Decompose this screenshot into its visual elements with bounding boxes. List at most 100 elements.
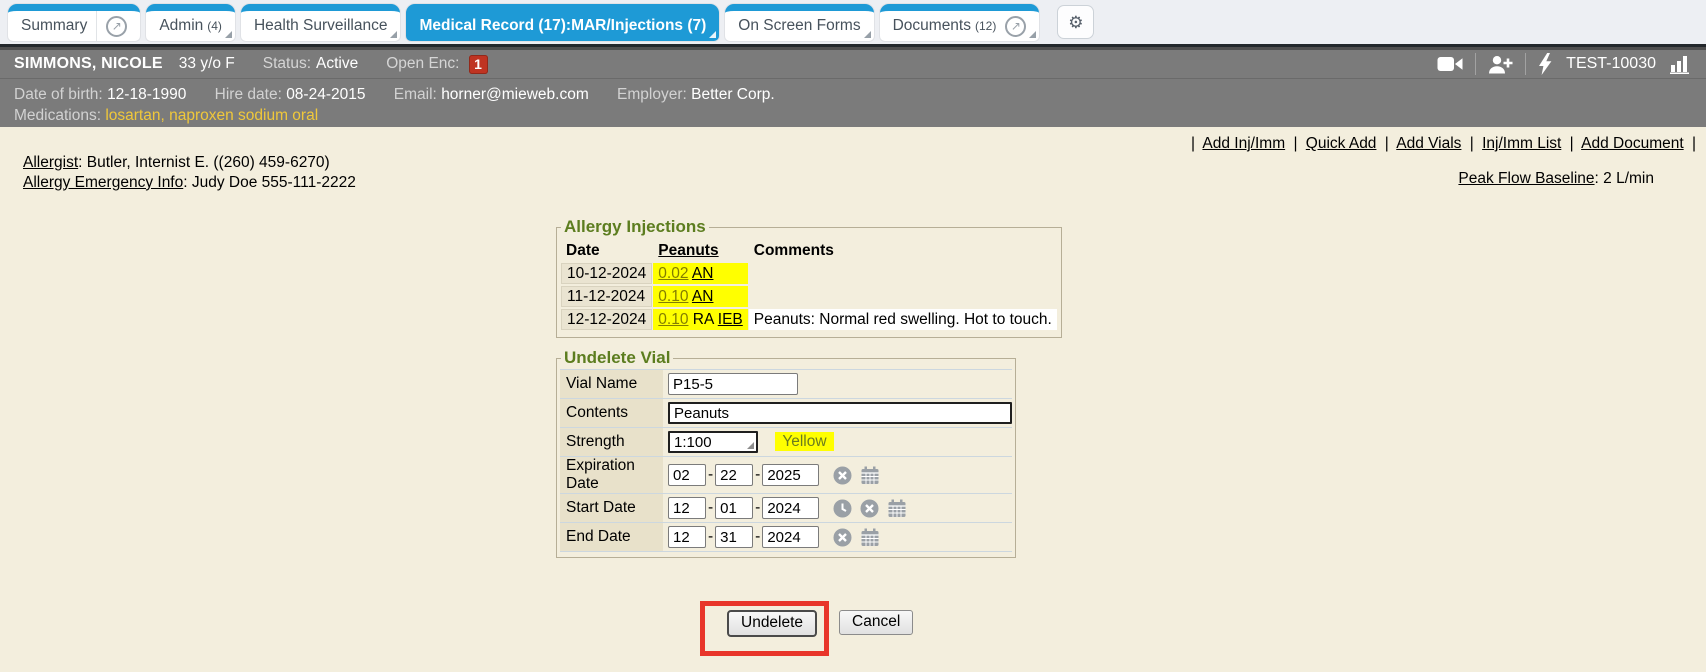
tab-label: Summary: [21, 17, 87, 35]
allergist-line: Allergist: Butler, Internist E. ((260) 4…: [23, 153, 356, 173]
tab-count: (4): [207, 19, 222, 33]
calendar-icon[interactable]: [860, 528, 880, 547]
vial-name-input[interactable]: [668, 373, 798, 395]
tab-admin[interactable]: Admin (4): [146, 4, 235, 41]
chart-icon[interactable]: [1670, 54, 1692, 74]
allergy-emergency-link[interactable]: Allergy Emergency Info: [23, 174, 183, 191]
peak-flow-baseline: Peak Flow Baseline: 2 L/min: [1458, 170, 1654, 188]
tab-on-screen-forms[interactable]: On Screen Forms: [725, 4, 873, 41]
medications-label: Medications:: [14, 107, 101, 124]
expiration-month-input[interactable]: [668, 464, 706, 486]
form-row-end-date: End Date --: [560, 523, 1012, 552]
calendar-icon[interactable]: [887, 499, 907, 518]
end-year-input[interactable]: [762, 526, 819, 548]
end-day-input[interactable]: [715, 526, 753, 548]
tab-divider: [96, 11, 97, 41]
add-document-link[interactable]: Add Document: [1581, 135, 1684, 152]
reaction-code-link[interactable]: IEB: [718, 311, 743, 328]
date-dash: -: [755, 466, 760, 483]
patient-id: TEST-10030: [1566, 55, 1656, 73]
dropdown-fold-icon: [225, 31, 232, 38]
hire-date-label: Hire date:: [215, 86, 282, 103]
date-dash: -: [708, 466, 713, 483]
col-date: Date: [561, 240, 652, 261]
annotation-highlight-box: Undelete: [700, 601, 829, 656]
form-row-expiration-date: Expiration Date - -: [560, 457, 1012, 494]
popout-icon[interactable]: ↗: [106, 16, 127, 37]
allergist-value: : Butler, Internist E. ((260) 459-6270): [78, 154, 330, 171]
date-dash: -: [708, 528, 713, 545]
reaction-code-link[interactable]: AN: [692, 288, 714, 305]
add-person-icon[interactable]: [1488, 55, 1513, 74]
date-dash: -: [708, 499, 713, 516]
demographics-line1: Date of birth: 12-18-1990 Hire date: 08-…: [14, 84, 1692, 105]
peak-flow-link[interactable]: Peak Flow Baseline: [1458, 170, 1594, 187]
allergy-injections-legend: Allergy Injections: [561, 217, 709, 237]
calendar-icon[interactable]: [860, 466, 880, 485]
allergy-injections-table: Date Peanuts Comments 10-12-2024 0.02 AN…: [560, 238, 1058, 332]
tab-summary[interactable]: Summary ↗: [8, 4, 140, 41]
tab-label: On Screen Forms: [738, 17, 860, 35]
form-row-strength: Strength Yellow: [560, 428, 1012, 457]
video-camera-icon[interactable]: [1437, 55, 1463, 73]
dose-link[interactable]: 0.02: [658, 265, 688, 282]
undelete-vial-form: Vial Name Contents Strength Yellow Expir…: [560, 369, 1012, 552]
col-peanuts-link[interactable]: Peanuts: [658, 242, 718, 259]
dose-link[interactable]: 0.10: [658, 311, 688, 328]
contents-input[interactable]: [668, 402, 1012, 424]
table-row: 11-12-2024 0.10 AN: [561, 286, 1057, 307]
clear-date-icon[interactable]: [833, 466, 852, 485]
open-enc-badge[interactable]: 1: [469, 55, 488, 74]
tab-health-surveillance[interactable]: Health Surveillance: [241, 4, 401, 41]
date-dash: -: [755, 528, 760, 545]
patient-header-bar: SIMMONS, NICOLE 33 y/o F Status: Active …: [0, 47, 1706, 78]
icon-divider: [1475, 53, 1476, 75]
lightning-icon[interactable]: [1538, 53, 1552, 75]
tab-medical-record[interactable]: Medical Record (17):MAR/Injections (7): [406, 4, 719, 41]
strength-color-badge: Yellow: [775, 432, 833, 451]
popout-icon[interactable]: ↗: [1005, 16, 1026, 37]
undelete-vial-section: Undelete Vial Vial Name Contents Strengt…: [556, 348, 1016, 558]
tab-label: Medical Record (17):MAR/Injections (7): [419, 17, 706, 35]
email-label: Email:: [394, 86, 437, 103]
expiration-date-label: Expiration Date: [560, 457, 663, 494]
dob-value: 12-18-1990: [107, 86, 186, 103]
start-month-input[interactable]: [668, 497, 706, 519]
strength-input[interactable]: [668, 431, 758, 453]
expiration-day-input[interactable]: [715, 464, 753, 486]
inj-imm-list-link[interactable]: Inj/Imm List: [1482, 135, 1561, 152]
tab-bar: Summary ↗ Admin (4) Health Surveillance …: [0, 0, 1706, 44]
medications-value: losartan, naproxen sodium oral: [105, 107, 318, 124]
expiration-year-input[interactable]: [762, 464, 819, 486]
add-inj-imm-link[interactable]: Add Inj/Imm: [1202, 135, 1285, 152]
clear-date-icon[interactable]: [833, 528, 852, 547]
injection-date: 12-12-2024: [561, 309, 652, 330]
dob-label: Date of birth:: [14, 86, 103, 103]
tab-documents[interactable]: Documents (12) ↗: [880, 4, 1040, 41]
dropdown-fold-icon: [709, 31, 716, 38]
add-vials-link[interactable]: Add Vials: [1396, 135, 1461, 152]
start-day-input[interactable]: [715, 497, 753, 519]
reaction-code: RA: [693, 311, 714, 328]
employer-label: Employer:: [617, 86, 687, 103]
dose-link[interactable]: 0.10: [658, 288, 688, 305]
cancel-button[interactable]: Cancel: [839, 610, 913, 635]
clear-date-icon[interactable]: [860, 499, 879, 518]
link-separator: |: [1470, 135, 1474, 152]
undelete-button[interactable]: Undelete: [727, 610, 817, 637]
quick-add-link[interactable]: Quick Add: [1306, 135, 1377, 152]
end-month-input[interactable]: [668, 526, 706, 548]
injection-comment: Peanuts: Normal red swelling. Hot to tou…: [749, 309, 1057, 330]
settings-button[interactable]: ⚙: [1057, 5, 1094, 39]
email-value: horner@mieweb.com: [441, 86, 589, 103]
reaction-code-link[interactable]: AN: [692, 265, 714, 282]
resize-grip-icon: [747, 442, 754, 449]
clock-icon[interactable]: [833, 499, 852, 518]
link-separator: |: [1385, 135, 1389, 152]
link-separator: |: [1191, 135, 1195, 152]
allergist-link[interactable]: Allergist: [23, 154, 78, 171]
start-year-input[interactable]: [762, 497, 819, 519]
status-value: Active: [316, 55, 358, 73]
allergy-info-block: Allergist: Butler, Internist E. ((260) 4…: [23, 153, 356, 192]
vial-name-label: Vial Name: [560, 370, 663, 399]
